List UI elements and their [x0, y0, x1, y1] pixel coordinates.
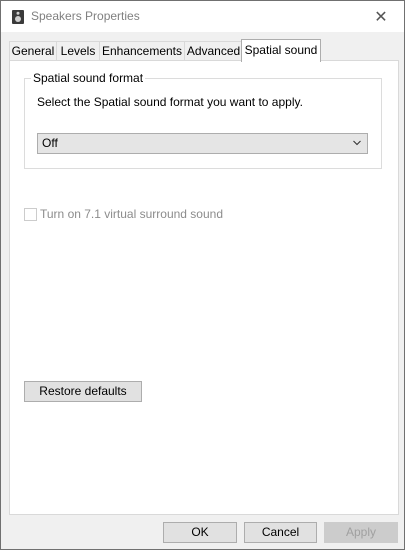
tab-spatial-sound[interactable]: Spatial sound [241, 39, 321, 62]
chevron-down-icon [353, 140, 361, 146]
speaker-icon [12, 10, 24, 24]
speakers-properties-dialog: Speakers Properties ✕ General Levels Enh… [0, 0, 405, 550]
tab-levels[interactable]: Levels [56, 41, 100, 61]
dropdown-value: Off [42, 136, 58, 150]
group-legend: Spatial sound format [31, 71, 146, 85]
tab-advanced[interactable]: Advanced [184, 41, 243, 61]
tab-enhancements[interactable]: Enhancements [99, 41, 185, 61]
close-icon: ✕ [374, 8, 388, 26]
apply-button[interactable]: Apply [324, 522, 398, 543]
spatial-format-dropdown[interactable]: Off [37, 133, 368, 154]
cancel-button[interactable]: Cancel [244, 522, 317, 543]
title-bar[interactable]: Speakers Properties ✕ [1, 1, 404, 32]
virtual-surround-checkbox[interactable] [24, 208, 37, 221]
virtual-surround-label: Turn on 7.1 virtual surround sound [40, 207, 223, 221]
tab-general[interactable]: General [9, 41, 57, 61]
window-title: Speakers Properties [31, 9, 140, 23]
spatial-format-group: Spatial sound format Select the Spatial … [24, 71, 382, 169]
spatial-sound-panel: Spatial sound format Select the Spatial … [9, 60, 399, 515]
ok-button[interactable]: OK [163, 522, 237, 543]
restore-defaults-button[interactable]: Restore defaults [24, 381, 142, 402]
close-button[interactable]: ✕ [358, 1, 404, 32]
group-description: Select the Spatial sound format you want… [37, 95, 303, 109]
